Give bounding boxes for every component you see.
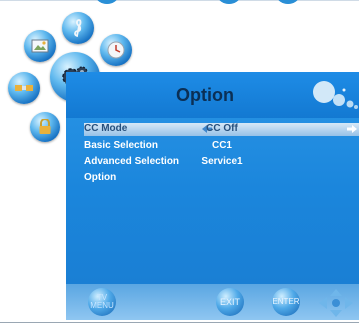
music-icon[interactable]: [62, 12, 94, 44]
arrow-right-icon[interactable]: [346, 124, 358, 134]
row-label: Advanced Selection: [84, 156, 180, 167]
menu-row-advanced-selection[interactable]: Advanced Selection Service1: [84, 156, 359, 169]
picture-icon[interactable]: [24, 30, 56, 62]
row-value: CC1: [211, 140, 232, 151]
row-value: CC Off: [206, 123, 238, 134]
menu-row-cc-mode[interactable]: CC Mode CC Off: [84, 123, 359, 136]
page-title: Option: [176, 85, 234, 105]
lock-icon[interactable]: [30, 112, 60, 142]
top-orb-partial: [96, 0, 118, 4]
row-label: CC Mode: [84, 123, 128, 134]
navigation-arrows-icon[interactable]: [318, 288, 354, 318]
menu-row-option[interactable]: Option: [84, 172, 359, 185]
clock-icon[interactable]: [100, 34, 132, 66]
menu-label: MENU: [90, 301, 114, 310]
row-label: Basic Selection: [84, 140, 158, 151]
top-divider: [0, 0, 359, 1]
exit-button[interactable]: EXIT: [216, 288, 244, 316]
menu-row-basic-selection[interactable]: Basic Selection CC1: [84, 140, 359, 153]
row-label: Option: [84, 172, 117, 183]
bottom-divider: [0, 322, 359, 323]
bubbles-decoration-icon: [313, 81, 358, 109]
tv-menu-button[interactable]: TV MENU: [88, 288, 116, 316]
satellite-icon[interactable]: [8, 72, 40, 104]
top-orb-partial: [277, 0, 299, 4]
enter-button[interactable]: ENTER: [272, 288, 300, 316]
top-orb-partial: [218, 0, 240, 4]
row-value: Service1: [201, 156, 243, 167]
